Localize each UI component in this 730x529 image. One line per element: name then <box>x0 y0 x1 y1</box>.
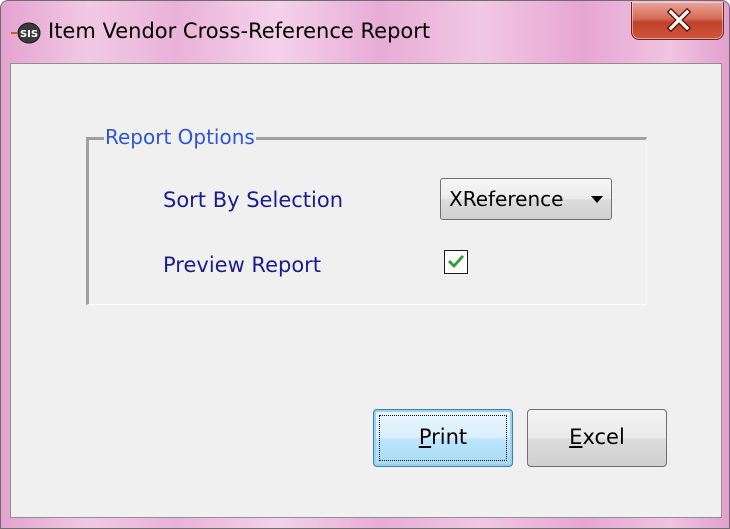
checkmark-icon <box>448 255 464 269</box>
excel-button-accelerator: E <box>569 425 583 449</box>
focus-rectangle <box>379 415 507 461</box>
sort-by-label: Sort By Selection <box>163 188 344 212</box>
window-title: Item Vendor Cross-Reference Report <box>48 19 431 43</box>
svg-text:SIS: SIS <box>20 29 38 40</box>
sis-app-icon[interactable]: SIS <box>11 22 41 44</box>
print-button[interactable]: Print <box>373 409 513 467</box>
excel-button-label: xcel <box>582 425 625 449</box>
report-window: SIS Item Vendor Cross-Reference Report R… <box>0 0 730 529</box>
close-button[interactable] <box>631 2 724 40</box>
sort-by-value: XReference <box>449 187 564 211</box>
preview-report-label: Preview Report <box>163 253 322 277</box>
dialog-client-area: Report Options Sort By Selection XRefere… <box>10 63 722 518</box>
report-options-legend: Report Options <box>104 125 256 149</box>
sort-by-dropdown[interactable]: XReference <box>440 178 612 220</box>
excel-button[interactable]: Excel <box>527 409 667 467</box>
dropdown-arrow-icon <box>591 196 603 203</box>
title-bar[interactable]: SIS Item Vendor Cross-Reference Report <box>1 1 729 63</box>
report-options-group <box>86 137 647 305</box>
preview-report-checkbox[interactable] <box>444 250 468 274</box>
close-x-icon <box>666 7 692 33</box>
